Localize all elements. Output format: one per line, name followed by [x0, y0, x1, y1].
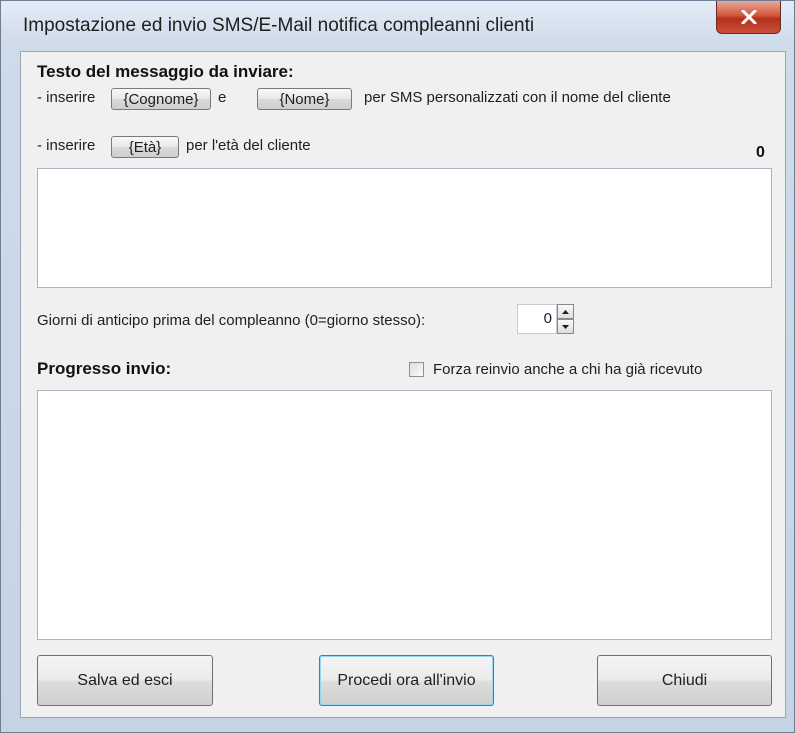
insert-hint-label-2: - inserire	[37, 137, 96, 154]
character-counter: 0	[756, 144, 765, 161]
advance-days-label: Giorni di anticipo prima del compleanno …	[37, 312, 426, 329]
insert-surname-button[interactable]: {Cognome}	[111, 88, 211, 110]
age-hint-label: per l'età del cliente	[186, 137, 311, 154]
message-text-input[interactable]	[37, 168, 772, 288]
personalized-sms-label: per SMS personalizzati con il nome del c…	[364, 89, 671, 106]
window-frame: Impostazione ed invio SMS/E-Mail notific…	[0, 0, 795, 733]
dialog-body: Testo del messaggio da inviare: - inseri…	[20, 51, 786, 718]
advance-days-input[interactable]: 0	[517, 304, 557, 334]
close-window-button[interactable]	[716, 1, 781, 34]
progress-log[interactable]	[37, 390, 772, 640]
insert-hint-label: - inserire	[37, 89, 96, 106]
spin-down-button[interactable]	[557, 319, 574, 334]
progress-header: Progresso invio:	[37, 359, 172, 378]
arrow-down-icon	[562, 324, 569, 329]
window-title: Impostazione ed invio SMS/E-Mail notific…	[23, 15, 535, 36]
save-and-exit-button[interactable]: Salva ed esci	[37, 655, 213, 706]
spin-up-button[interactable]	[557, 304, 574, 319]
send-now-button[interactable]: Procedi ora all'invio	[319, 655, 494, 706]
message-header: Testo del messaggio da inviare:	[37, 62, 294, 81]
arrow-up-icon	[562, 309, 569, 314]
close-icon	[741, 10, 756, 24]
insert-age-button[interactable]: {Età}	[111, 136, 179, 158]
force-resend-checkbox[interactable]	[409, 362, 424, 377]
title-bar: Impostazione ed invio SMS/E-Mail notific…	[1, 1, 795, 51]
force-resend-label[interactable]: Forza reinvio anche a chi ha già ricevut…	[433, 361, 702, 378]
and-label: e	[218, 89, 227, 106]
close-button[interactable]: Chiudi	[597, 655, 772, 706]
insert-name-button[interactable]: {Nome}	[257, 88, 352, 110]
